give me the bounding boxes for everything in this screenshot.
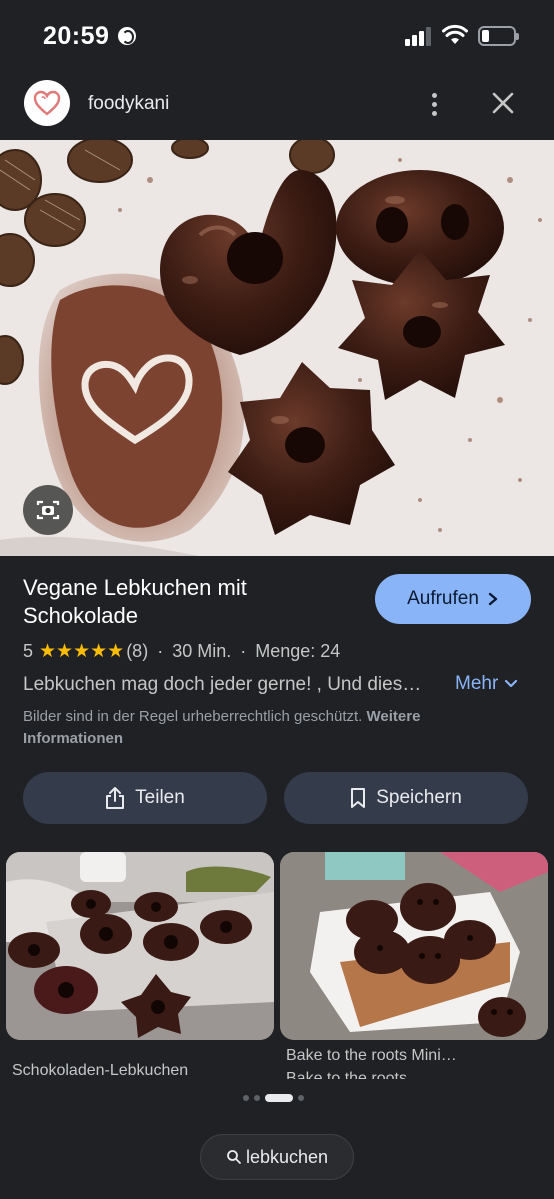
save-label: Speichern bbox=[376, 787, 462, 808]
search-icon bbox=[227, 1150, 241, 1164]
search-query-pill[interactable]: lebkuchen bbox=[200, 1134, 354, 1180]
lens-camera-icon bbox=[36, 500, 60, 520]
more-link[interactable]: Mehr bbox=[455, 673, 518, 695]
cook-time: 30 Min. bbox=[172, 641, 232, 661]
source-name[interactable]: foodykani bbox=[88, 93, 169, 115]
page-indicator bbox=[243, 1094, 304, 1102]
related-thumbnail[interactable] bbox=[280, 852, 548, 1040]
page-dot-active bbox=[265, 1094, 293, 1102]
source-avatar[interactable] bbox=[24, 80, 70, 126]
status-time: 20:59 bbox=[43, 22, 110, 50]
page-dot bbox=[298, 1095, 304, 1101]
share-label: Teilen bbox=[135, 787, 185, 808]
related-thumbnail[interactable] bbox=[6, 852, 274, 1040]
signal-icon bbox=[405, 26, 433, 46]
globe-icon bbox=[118, 27, 136, 45]
related-title[interactable]: Schokoladen-Lebkuchen bbox=[12, 1062, 188, 1080]
related-title[interactable]: Bake to the roots Mini… bbox=[286, 1047, 457, 1065]
star-rating: ★★★★★ bbox=[39, 641, 125, 662]
recipe-description: Lebkuchen mag doch jeder gerne! , Und di… bbox=[23, 674, 422, 695]
open-button[interactable]: Aufrufen bbox=[375, 574, 531, 624]
separator-dot: · bbox=[157, 641, 164, 661]
page-dot bbox=[243, 1095, 249, 1101]
viewer-header: foodykani bbox=[0, 78, 554, 130]
google-lens-button[interactable] bbox=[23, 485, 73, 535]
search-query: lebkuchen bbox=[245, 1146, 329, 1167]
heart-logo-icon bbox=[33, 90, 61, 116]
wifi-icon bbox=[442, 24, 468, 44]
related-image bbox=[6, 852, 274, 1040]
recipe-meta: 5 ★★★★★ (8) · 30 Min. · Menge: 24 bbox=[23, 640, 340, 663]
chevron-right-icon bbox=[488, 592, 498, 606]
chevron-down-icon bbox=[505, 679, 518, 688]
recipe-title[interactable]: Vegane Lebkuchen mit Schokolade bbox=[23, 574, 353, 630]
copyright-notice: Bilder sind in der Regel urheberrechtlic… bbox=[23, 706, 523, 750]
separator-dot: · bbox=[240, 641, 247, 661]
share-icon bbox=[106, 787, 125, 809]
close-icon[interactable] bbox=[488, 88, 518, 118]
review-count: (8) bbox=[126, 641, 149, 661]
quantity: Menge: 24 bbox=[255, 641, 341, 661]
related-image bbox=[280, 852, 548, 1040]
open-button-label: Aufrufen bbox=[407, 588, 479, 609]
save-button[interactable]: Speichern bbox=[284, 772, 528, 824]
rating-value: 5 bbox=[23, 641, 34, 661]
status-bar: 20:59 bbox=[0, 0, 554, 70]
hero-image[interactable] bbox=[0, 140, 554, 556]
share-button[interactable]: Teilen bbox=[23, 772, 267, 824]
copyright-text: Bilder sind in der Regel urheberrechtlic… bbox=[23, 708, 363, 725]
battery-icon bbox=[478, 26, 519, 46]
more-link-label: Mehr bbox=[455, 673, 499, 694]
related-source: Bake to the roots bbox=[286, 1070, 407, 1079]
page-dot bbox=[254, 1095, 260, 1101]
gingerbread-photo bbox=[0, 140, 554, 556]
bookmark-icon bbox=[351, 788, 366, 808]
more-options-icon[interactable] bbox=[420, 88, 448, 120]
